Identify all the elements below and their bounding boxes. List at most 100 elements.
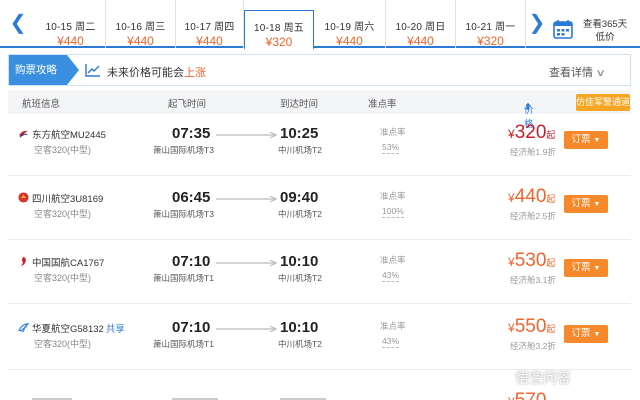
price: ¥550起 <box>508 316 555 338</box>
arrow-right-icon <box>216 132 278 138</box>
ontime-value[interactable]: 100% <box>382 206 404 218</box>
arrow-right-icon <box>216 326 278 332</box>
arrive-airport: 中川机场T2 <box>278 209 322 219</box>
arrive-time: 10:25 <box>280 125 319 142</box>
chevron-left-icon[interactable]: ❮ <box>8 10 28 36</box>
price-from: 起 <box>546 324 556 334</box>
ontime-label: 准点率 <box>380 321 406 331</box>
date-price: ¥440 <box>57 34 84 48</box>
flight-row: 东方航空MU2445 空客320(中型) 07:35 萧山国际机场T3 10:2… <box>8 116 631 176</box>
date-tab[interactable]: 10-21 周一 ¥320 <box>456 0 526 48</box>
date-tab-active[interactable]: 10-18 周五 ¥320 <box>244 10 314 50</box>
price: ¥320起 <box>508 122 555 144</box>
date-label: 10-18 周五 <box>254 23 304 34</box>
yen-sign: ¥ <box>508 191 515 205</box>
price-from: 起 <box>546 258 556 268</box>
col-arrive[interactable]: 到达时间 <box>280 96 318 110</box>
chevron-right-icon[interactable]: ❯ <box>527 10 547 36</box>
calendar-icon[interactable] <box>552 18 574 40</box>
view-detail-label: 查看详情 <box>549 67 593 79</box>
date-tab[interactable]: 10-15 周二 ¥440 <box>36 0 106 48</box>
book-button[interactable]: 订票 ▼ <box>564 131 608 149</box>
yen-sign: ¥ <box>508 127 515 141</box>
ontime-label: 准点率 <box>380 255 406 265</box>
arrive-airport: 中川机场T2 <box>278 339 322 349</box>
col-depart[interactable]: 起飞时间 <box>168 96 206 110</box>
ontime-value[interactable]: 43% <box>382 336 400 348</box>
date-tab[interactable]: 10-20 周日 ¥440 <box>386 0 456 48</box>
calendar-line1: 查看365天 <box>582 19 628 30</box>
arrive-airport: 中川机场T2 <box>278 145 322 155</box>
airline-label: 东方航空MU2445 <box>32 130 106 141</box>
date-tab[interactable]: 10-16 周三 ¥440 <box>106 0 176 48</box>
book-label: 订票 <box>571 134 591 145</box>
aircraft-type[interactable]: 空客320(中型) <box>34 271 91 284</box>
price-value: 570 <box>515 390 547 400</box>
discount: 经济舱1.9折 <box>510 147 556 157</box>
date-price: ¥440 <box>407 34 434 48</box>
depart-airport: 萧山国际机场T3 <box>153 145 214 155</box>
airline-name[interactable]: 四川航空3U8169 <box>32 191 103 205</box>
flight-row: 四川航空3U8169 空客320(中型) 06:45 萧山国际机场T3 09:4… <box>8 180 631 240</box>
ontime-value[interactable]: 43% <box>382 270 400 282</box>
arrive-airport: 中川机场T2 <box>278 273 322 283</box>
book-button[interactable]: 订票 ▼ <box>564 259 608 277</box>
advice-text-main: 未来价格可能会 <box>107 67 184 79</box>
caret-down-icon: ▼ <box>593 201 601 208</box>
caret-down-icon: ▼ <box>593 137 601 144</box>
view-detail-link[interactable]: 查看详情 ∨ <box>549 64 606 80</box>
ontime-value[interactable]: 53% <box>382 142 400 154</box>
book-button[interactable]: 订票 ▼ <box>564 195 608 213</box>
aircraft-type[interactable]: 空客320(中型) <box>34 337 91 350</box>
date-label: 10-21 周一 <box>465 22 516 33</box>
advice-tag: 购票攻略 <box>9 55 79 85</box>
col-ontime[interactable]: 准点率 <box>368 96 397 110</box>
aircraft-type[interactable]: 空客320(中型) <box>34 143 91 156</box>
price-value: 530 <box>514 250 547 271</box>
date-price: ¥320 <box>265 35 293 49</box>
airline-name[interactable]: 中国国航CA1767 <box>32 255 104 269</box>
arrive-time: 10:10 <box>280 319 319 336</box>
discount: 经济舱3.1折 <box>510 275 556 285</box>
date-tab[interactable]: 10-17 周四 ¥440 <box>176 0 244 48</box>
col-flight: 航班信息 <box>22 99 61 110</box>
date-label: 10-15 周二 <box>45 22 96 33</box>
advice-trend: 上涨 <box>184 67 206 79</box>
date-label: 10-17 周四 <box>184 22 235 33</box>
price-from: 起 <box>546 130 556 140</box>
flight-row: 中国国航CA1767 空客320(中型) 07:10 萧山国际机场T1 10:1… <box>8 244 631 304</box>
calendar-lowprice-link[interactable]: 查看365天 低价 <box>580 18 630 44</box>
price-advice-bar: 购票攻略 未来价格可能会上涨 查看详情 ∨ <box>8 54 631 86</box>
date-price: ¥320 <box>477 34 504 48</box>
yen-sign: ¥ <box>508 395 515 400</box>
calendar-line2: 低价 <box>595 32 615 43</box>
depart-airport: 萧山国际机场T3 <box>153 209 214 219</box>
book-button[interactable]: 订票 ▼ <box>564 325 608 343</box>
depart-time: 06:45 <box>172 189 211 206</box>
aircraft-type[interactable]: 空客320(中型) <box>34 207 91 220</box>
airline-name[interactable]: 东方航空MU2445 <box>32 127 106 141</box>
book-label: 订票 <box>571 262 591 273</box>
date-tab[interactable]: 10-19 周六 ¥440 <box>314 0 386 48</box>
depart-time: 07:10 <box>172 319 211 336</box>
price: ¥530起 <box>508 250 555 272</box>
special-channel-button[interactable]: 仿佳军警通道 <box>576 94 630 111</box>
advice-text: 未来价格可能会上涨 <box>107 64 206 80</box>
date-label: 10-20 周日 <box>395 22 446 33</box>
flight-row: 华夏航空G58132 共享 空客320(中型) 07:10 萧山国际机场T1 10… <box>8 310 631 370</box>
discount: 经济舱3.2折 <box>510 341 556 351</box>
price: ¥440起 <box>508 186 555 208</box>
arrive-time: 10:10 <box>280 253 319 270</box>
table-header: 航班信息 起飞时间 到达时间 准点率 价格 ⬍ 仿佳军警通道 <box>8 90 631 130</box>
depart-airport: 萧山国际机场T1 <box>153 273 214 283</box>
airline-name[interactable]: 华夏航空G58132 共享 <box>32 321 125 335</box>
codeshare-tag[interactable]: 共享 <box>106 324 125 335</box>
china-eastern-logo-icon <box>18 130 29 138</box>
price-from: 起 <box>546 194 556 204</box>
huaxia-airlines-logo-icon <box>18 323 29 332</box>
book-label: 订票 <box>571 328 591 339</box>
discount: 经济舱2.5折 <box>510 211 556 221</box>
date-price: ¥440 <box>196 34 223 48</box>
air-china-logo-icon <box>20 256 26 267</box>
depart-time: 07:10 <box>172 253 211 270</box>
